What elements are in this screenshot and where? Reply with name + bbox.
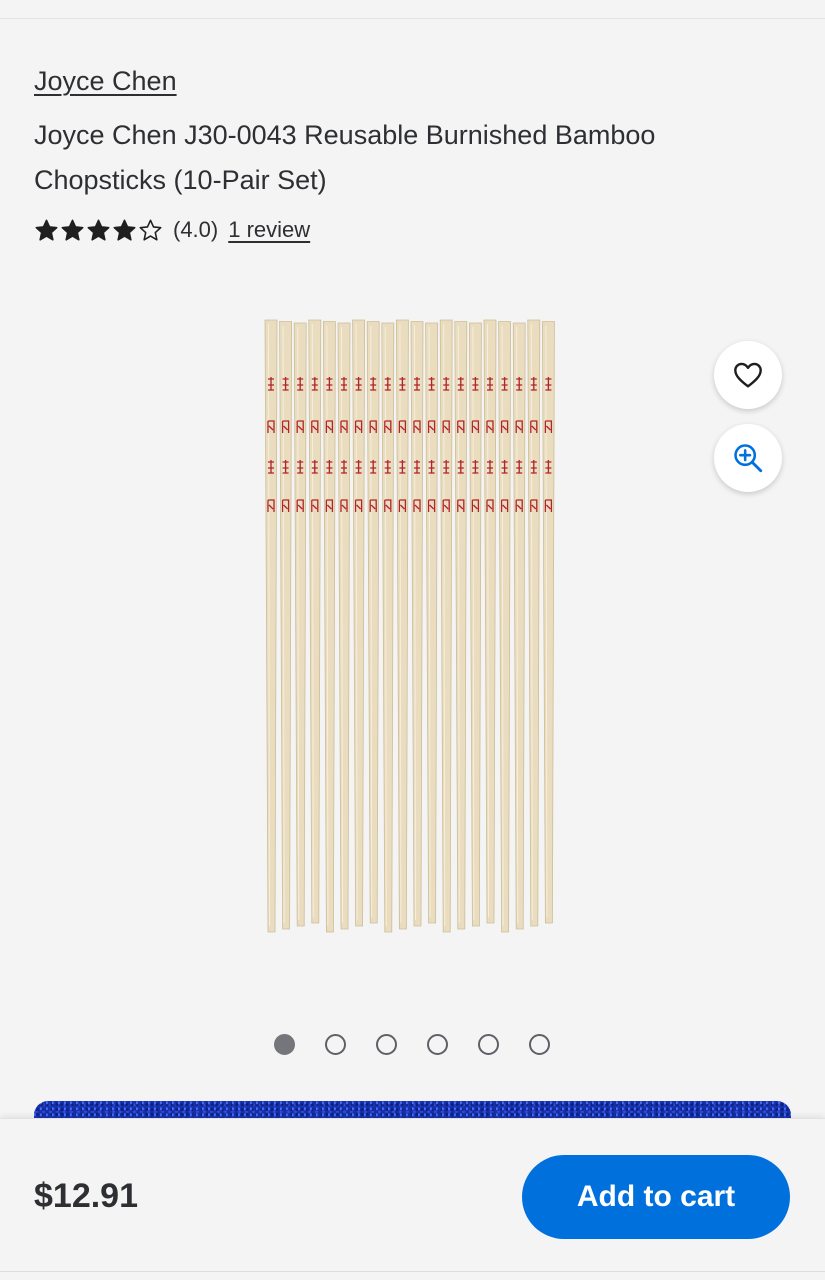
- product-image[interactable]: [255, 310, 570, 945]
- carousel-dot[interactable]: [325, 1034, 346, 1055]
- chopstick: [293, 322, 307, 927]
- top-divider: [0, 18, 825, 19]
- chopstick: [541, 321, 555, 924]
- chopstick: [483, 319, 497, 924]
- chopstick: [308, 319, 322, 924]
- chopstick: [264, 319, 278, 933]
- favorite-button[interactable]: [714, 341, 782, 409]
- chopstick: [468, 322, 482, 927]
- chopstick: [395, 319, 409, 930]
- chopstick: [527, 319, 541, 927]
- chopstick: [279, 321, 293, 930]
- chopstick: [512, 322, 526, 930]
- chopstick: [337, 322, 351, 930]
- bottom-divider: [0, 1271, 825, 1272]
- chopstick: [352, 319, 366, 927]
- chopstick: [439, 319, 453, 933]
- sticky-footer: $12.91 Add to cart: [0, 1118, 825, 1280]
- product-title: Joyce Chen J30-0043 Reusable Burnished B…: [34, 120, 656, 195]
- chopstick: [498, 321, 512, 933]
- carousel-dot[interactable]: [427, 1034, 448, 1055]
- price: $12.91: [34, 1177, 138, 1215]
- chopstick: [454, 321, 468, 930]
- star-filled-icon: [87, 219, 110, 241]
- heart-icon: [734, 362, 762, 388]
- zoom-button[interactable]: [714, 424, 782, 492]
- chopstick: [381, 322, 395, 933]
- carousel-dots: [274, 1034, 550, 1055]
- carousel-dot[interactable]: [478, 1034, 499, 1055]
- chopstick: [322, 321, 336, 933]
- carousel-dot[interactable]: [274, 1034, 295, 1055]
- chopstick: [425, 322, 439, 924]
- reviews-link[interactable]: 1 review: [228, 217, 310, 243]
- star-rating: [34, 218, 163, 243]
- chopstick: [410, 321, 424, 927]
- star-filled-icon: [35, 219, 58, 241]
- star-filled-icon: [61, 219, 84, 241]
- chopstick: [366, 321, 380, 924]
- rating-value: (4.0): [173, 217, 219, 242]
- carousel-dot[interactable]: [376, 1034, 397, 1055]
- add-to-cart-button[interactable]: Add to cart: [522, 1155, 790, 1239]
- rating-row: (4.0) 1 review: [34, 212, 310, 248]
- zoom-in-icon: [734, 444, 763, 473]
- star-empty-icon: [139, 219, 162, 241]
- brand-link[interactable]: Joyce Chen: [34, 66, 177, 97]
- star-filled-icon: [113, 219, 136, 241]
- carousel-dot[interactable]: [529, 1034, 550, 1055]
